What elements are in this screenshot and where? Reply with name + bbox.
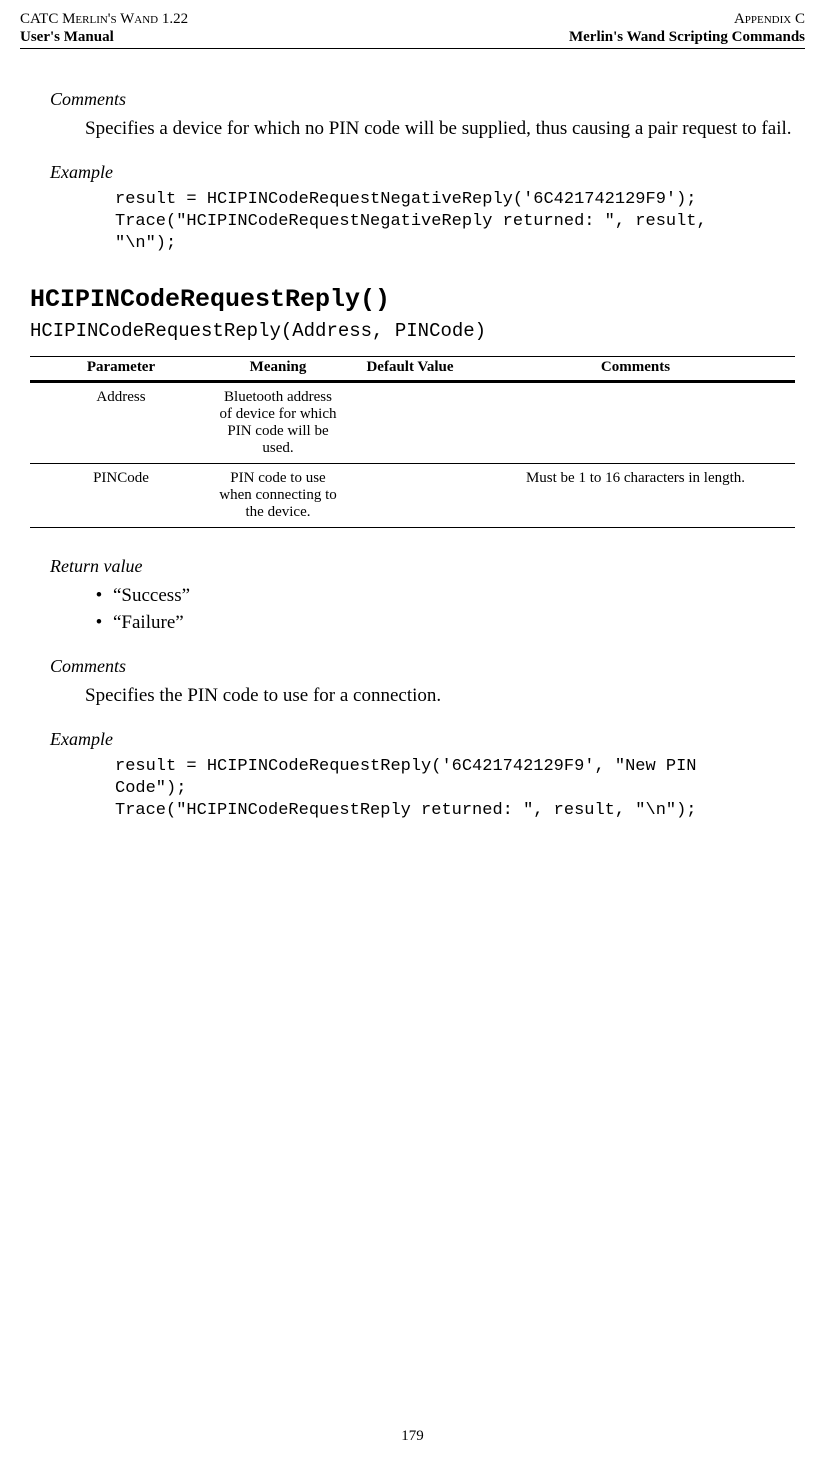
return-value-label: Return value: [50, 556, 795, 577]
table-row: PINCode PIN code to use when connecting …: [30, 463, 795, 527]
header-top-row: CATC Merlin's Wand 1.22 Appendix C: [20, 10, 805, 28]
cell-parameter: Address: [30, 381, 212, 463]
cell-parameter: PINCode: [30, 463, 212, 527]
comments-label-1: Comments: [50, 89, 795, 110]
th-default: Default Value: [344, 356, 476, 381]
comments-label-2: Comments: [50, 656, 795, 677]
cell-default: [344, 463, 476, 527]
list-item: “Success”: [85, 583, 795, 610]
example-label-2: Example: [50, 729, 795, 750]
header-sub-row: User's Manual Merlin's Wand Scripting Co…: [20, 28, 805, 46]
parameter-table: Parameter Meaning Default Value Comments…: [30, 356, 795, 528]
page: CATC Merlin's Wand 1.22 Appendix C User'…: [0, 0, 825, 1465]
example-code-2: result = HCIPINCodeRequestReply('6C42174…: [115, 756, 795, 822]
comments-text-1: Specifies a device for which no PIN code…: [85, 116, 795, 142]
cell-meaning: PIN code to use when connecting to the d…: [212, 463, 344, 527]
cell-default: [344, 381, 476, 463]
header-sub-left: User's Manual: [20, 28, 114, 46]
cell-meaning: Bluetooth address of device for which PI…: [212, 381, 344, 463]
header-top-left: CATC Merlin's Wand 1.22: [20, 10, 188, 28]
th-meaning: Meaning: [212, 356, 344, 381]
return-value-item: “Success”: [113, 585, 190, 606]
th-parameter: Parameter: [30, 356, 212, 381]
cell-comments: Must be 1 to 16 characters in length.: [476, 463, 795, 527]
function-signature: HCIPINCodeRequestReply(Address, PINCode): [30, 320, 795, 342]
return-value-item: “Failure”: [113, 612, 184, 633]
table-header-row: Parameter Meaning Default Value Comments: [30, 356, 795, 381]
example-label-1: Example: [50, 162, 795, 183]
content: Comments Specifies a device for which no…: [20, 49, 805, 822]
function-heading: HCIPINCodeRequestReply(): [30, 285, 795, 314]
header-top-right: Appendix C: [734, 10, 805, 28]
th-comments: Comments: [476, 356, 795, 381]
cell-comments: [476, 381, 795, 463]
table-row: Address Bluetooth address of device for …: [30, 381, 795, 463]
page-number: 179: [0, 1428, 825, 1445]
example-code-1: result = HCIPINCodeRequestNegativeReply(…: [115, 189, 795, 255]
return-value-list: “Success” “Failure”: [85, 583, 795, 636]
list-item: “Failure”: [85, 610, 795, 637]
comments-text-2: Specifies the PIN code to use for a conn…: [85, 683, 795, 709]
header-sub-right: Merlin's Wand Scripting Commands: [569, 28, 805, 46]
